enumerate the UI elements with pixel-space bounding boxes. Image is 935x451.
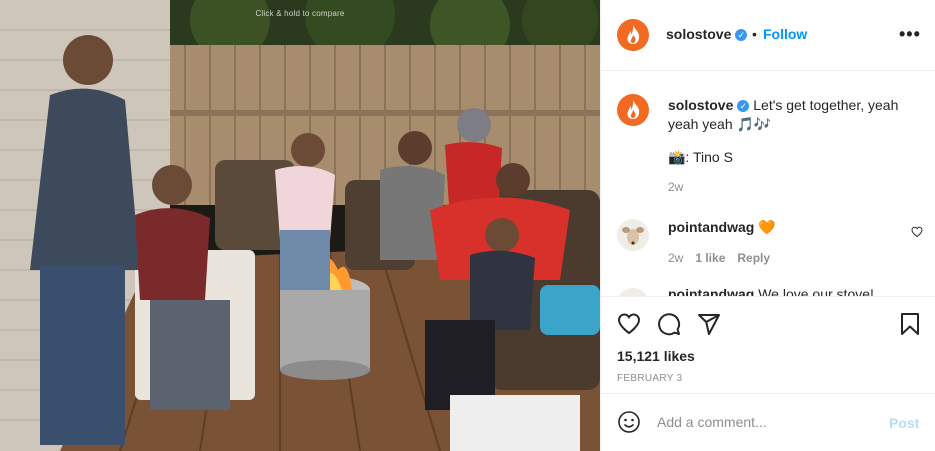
post-panel: solostove ✓ • Follow ••• solostove ✓ Let's… bbox=[600, 0, 935, 451]
flame-icon bbox=[627, 100, 640, 119]
more-icon[interactable]: ••• bbox=[899, 24, 921, 45]
heart-icon[interactable] bbox=[911, 226, 923, 238]
comment-meta: 2w 1 like Reply bbox=[668, 251, 782, 265]
comment-likes[interactable]: 1 like bbox=[695, 251, 725, 265]
post-date[interactable]: FEBRUARY 3 bbox=[617, 373, 682, 384]
likes-count[interactable]: 15,121 likes bbox=[617, 348, 695, 364]
comment-username[interactable]: pointandwag bbox=[668, 219, 754, 235]
post-photo[interactable]: Click & hold to compare bbox=[0, 0, 600, 451]
separator-dot: • bbox=[752, 26, 757, 42]
bookmark-icon[interactable] bbox=[898, 312, 922, 336]
add-comment-bar: Post bbox=[601, 393, 935, 451]
post-header: solostove ✓ • Follow ••• bbox=[601, 0, 935, 71]
comment-username[interactable]: pointandwag bbox=[668, 286, 754, 296]
caption-username[interactable]: solostove bbox=[668, 97, 733, 113]
photo-hint: Click & hold to compare bbox=[255, 9, 345, 18]
caption: solostove ✓ Let's get together, yeah yeah… bbox=[668, 96, 918, 134]
comment-text: 🧡 bbox=[758, 219, 776, 235]
dog-avatar-icon bbox=[617, 288, 649, 296]
reply-button[interactable]: Reply bbox=[737, 251, 770, 265]
photo-illustration bbox=[0, 0, 600, 451]
post-author[interactable]: solostove ✓ bbox=[666, 26, 748, 42]
comment-icon[interactable] bbox=[657, 312, 681, 336]
verified-icon: ✓ bbox=[737, 100, 750, 112]
comment: pointandwag We love our stove! bbox=[668, 286, 874, 296]
avatar[interactable] bbox=[617, 288, 649, 296]
comment-input[interactable] bbox=[657, 410, 877, 434]
post-actions: 15,121 likes FEBRUARY 3 bbox=[601, 296, 935, 393]
verified-icon: ✓ bbox=[735, 29, 748, 41]
comment-timestamp[interactable]: 2w bbox=[668, 251, 683, 265]
share-icon[interactable] bbox=[697, 312, 721, 336]
photo-credit: 📸: Tino S bbox=[668, 149, 733, 165]
emoji-icon[interactable] bbox=[617, 410, 641, 434]
comment-text: We love our stove! bbox=[758, 286, 874, 296]
avatar[interactable] bbox=[617, 94, 649, 126]
flame-icon bbox=[627, 25, 640, 44]
avatar[interactable] bbox=[617, 219, 649, 251]
comment: pointandwag 🧡 bbox=[668, 219, 776, 236]
avatar[interactable] bbox=[617, 19, 649, 51]
post-button[interactable]: Post bbox=[889, 415, 919, 431]
comments-list[interactable]: solostove ✓ Let's get together, yeah yeah… bbox=[601, 72, 935, 296]
caption-timestamp[interactable]: 2w bbox=[668, 180, 683, 194]
author-username[interactable]: solostove bbox=[666, 26, 731, 42]
heart-icon[interactable] bbox=[617, 312, 641, 336]
dog-avatar-icon bbox=[622, 227, 644, 245]
follow-button[interactable]: Follow bbox=[763, 26, 807, 42]
